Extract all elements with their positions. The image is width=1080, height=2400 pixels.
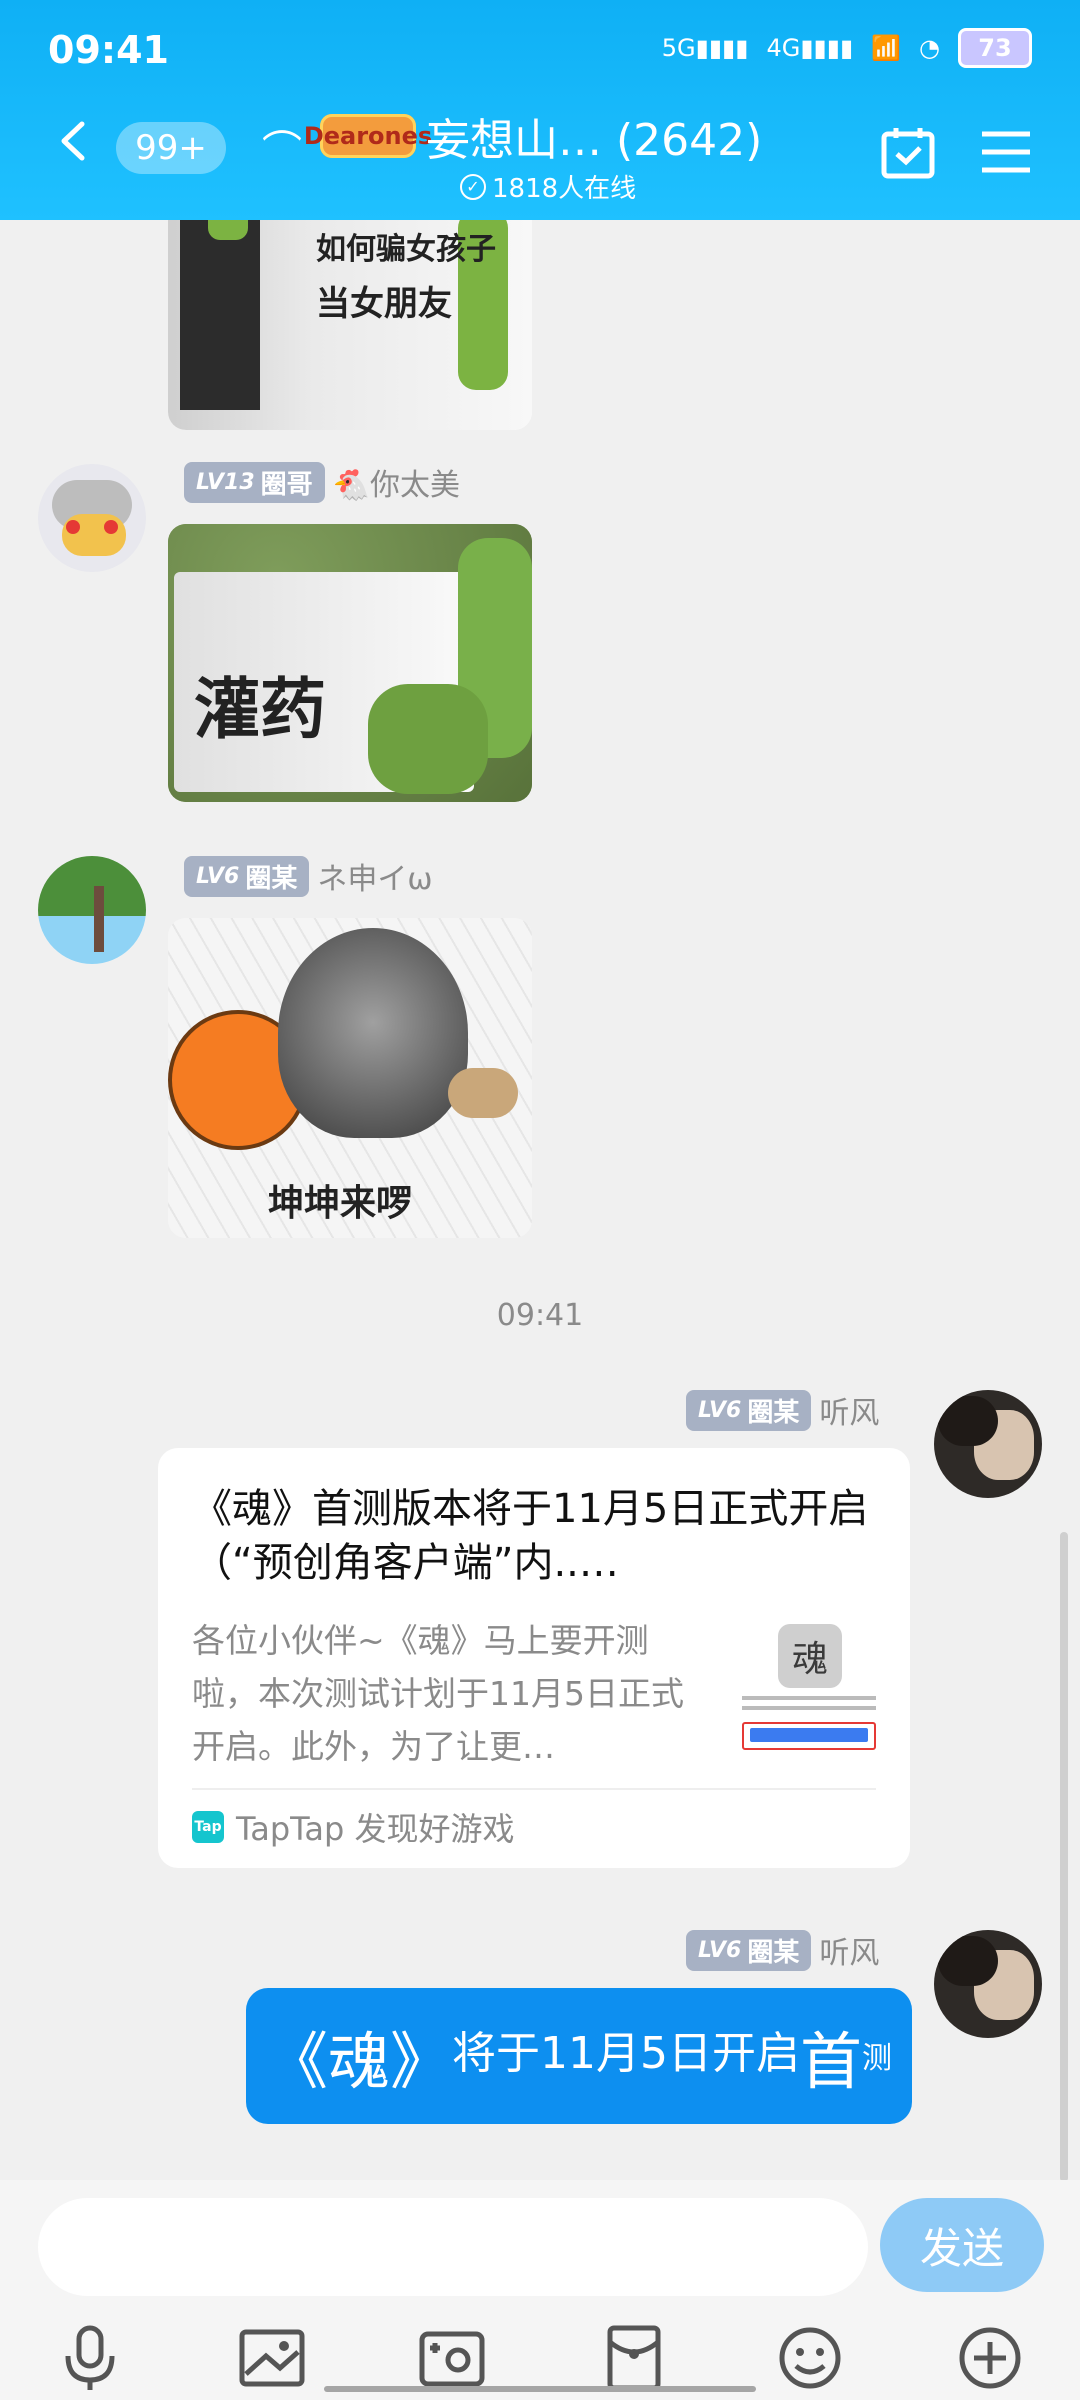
microphone-icon[interactable]	[54, 2322, 126, 2394]
home-indicator[interactable]	[324, 2386, 756, 2392]
level-badge: LV6 圈某	[686, 1389, 812, 1431]
card-thumbnail: 魂	[734, 1612, 884, 1762]
sender-meta: LV6 圈某 听风	[686, 1388, 879, 1432]
sender-name: 听风	[819, 1396, 880, 1431]
message-input[interactable]	[38, 2198, 868, 2296]
avatar[interactable]	[934, 1930, 1042, 2038]
time-divider: 09:41	[496, 1298, 584, 1333]
message-bubble[interactable]: 《魂》将于11月5日开启首测	[246, 1988, 912, 2124]
status-icons: 5G▮▮▮▮ 4G▮▮▮▮ 📶 ◔ 73	[662, 28, 1032, 68]
group-title-text: 妄想山… (2642)	[426, 115, 763, 166]
red-envelope-icon[interactable]	[598, 2322, 670, 2394]
status-time: 09:41	[48, 28, 169, 72]
sender-name: 听风	[819, 1936, 880, 1971]
calendar-check-icon[interactable]	[880, 124, 936, 180]
card-source: Tap TapTap 发现好游戏	[192, 1804, 515, 1850]
hotspot-icon: ◔	[919, 34, 940, 62]
plus-icon[interactable]	[954, 2322, 1026, 2394]
online-count: ✓ 1818人在线	[460, 168, 636, 205]
emoji-icon[interactable]	[774, 2322, 846, 2394]
sender-name: 🐔你太美	[332, 468, 461, 503]
send-button[interactable]: 发送	[880, 2198, 1044, 2292]
battery-icon: 73	[958, 28, 1032, 68]
ear-icon[interactable]: ⌒	[262, 118, 302, 176]
level-badge: LV13 圈哥	[184, 461, 325, 503]
sender-name: ネ申イω	[317, 862, 433, 897]
network-5g-icon: 5G▮▮▮▮	[661, 34, 749, 62]
chat-header: 09:41 5G▮▮▮▮ 4G▮▮▮▮ 📶 ◔ 73 99+ ⌒ Dearone…	[0, 0, 1080, 220]
shared-link-card[interactable]: 《魂》首测版本将于11月5日正式开启（“预创角客户端”内..… 各位小伙伴~《魂…	[158, 1448, 910, 1868]
sticker-caption: 坤坤来啰	[268, 1183, 413, 1224]
menu-icon[interactable]	[980, 128, 1032, 176]
online-count-text: 1818人在线	[492, 174, 637, 204]
wifi-icon: 📶	[871, 34, 902, 62]
level-badge: LV6 圈某	[184, 855, 310, 897]
group-title[interactable]: Dearones 妄想山… (2642)	[304, 104, 763, 168]
sender-meta: LV13 圈哥 🐔你太美	[184, 460, 460, 504]
avatar[interactable]	[934, 1390, 1042, 1498]
camera-icon[interactable]	[416, 2322, 488, 2394]
avatar[interactable]	[38, 856, 146, 964]
sender-meta: LV6 圈某 听风	[686, 1928, 879, 1972]
picture-icon[interactable]	[236, 2322, 308, 2394]
unread-badge[interactable]: 99+	[116, 122, 226, 174]
level-badge: LV6 圈某	[686, 1929, 812, 1971]
sticker-caption-top: 如何骗女孩子	[316, 232, 496, 267]
sticker-basketball[interactable]: 坤坤来啰	[168, 918, 532, 1238]
card-divider	[192, 1788, 876, 1790]
message-text: 《魂》将于11月5日开启首测	[265, 2025, 892, 2098]
chat-area[interactable]: 如何骗女孩子 当女朋友 LV13 圈哥 🐔你太美 灌药 LV6 圈某 ネ申イω 坤坤…	[0, 220, 1080, 2180]
avatar[interactable]	[38, 464, 146, 572]
sticker-frog-book[interactable]: 灌药	[168, 524, 532, 802]
scrollbar[interactable]	[1060, 1532, 1068, 2180]
sticker-caption: 灌药	[194, 671, 326, 748]
group-logo: Dearones	[304, 114, 432, 158]
card-description: 各位小伙伴~《魂》马上要开测啦，本次测试计划于11月5日正式开启。此外，为了让更…	[192, 1621, 684, 1766]
taptap-icon: Tap	[192, 1811, 224, 1843]
sticker-caption: 当女朋友	[316, 284, 452, 324]
check-circle-icon: ✓	[460, 173, 486, 200]
back-icon[interactable]	[52, 118, 98, 164]
input-area: 发送	[0, 2180, 1080, 2400]
card-source-text: TapTap 发现好游戏	[236, 1810, 515, 1848]
network-4g-icon: 4G▮▮▮▮	[766, 34, 854, 62]
sticker-frog-sign[interactable]: 如何骗女孩子 当女朋友	[168, 220, 532, 430]
sender-meta: LV6 圈某 ネ申イω	[184, 854, 432, 898]
card-title: 《魂》首测版本将于11月5日正式开启（“预创角客户端”内..…	[192, 1486, 869, 1586]
